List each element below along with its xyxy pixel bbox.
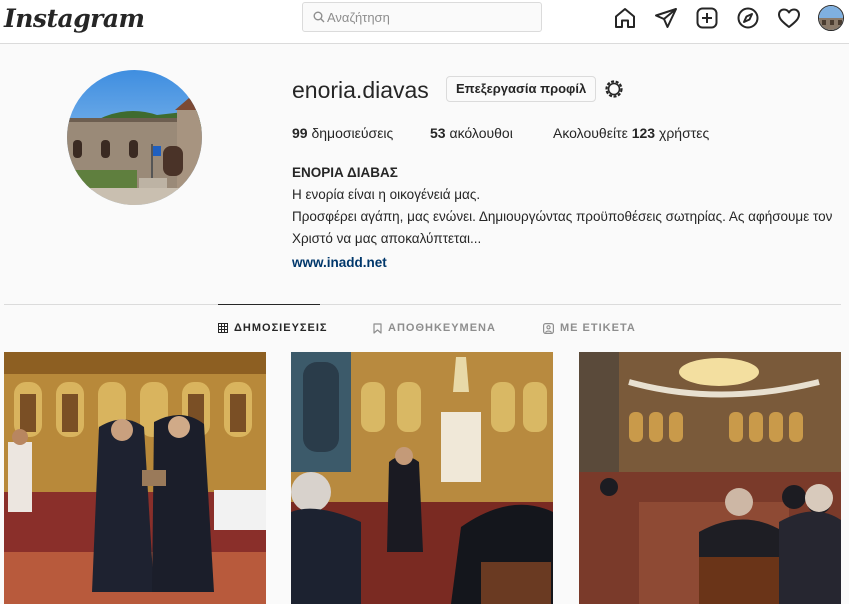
followers-stat[interactable]: 53 ακόλουθοι [430, 125, 513, 141]
explore-icon[interactable] [736, 6, 760, 30]
tag-person-icon [543, 322, 554, 334]
home-icon[interactable] [613, 6, 637, 30]
tab-posts-label: ΔΗΜΟΣΙΕΥΣΕΙΣ [234, 322, 328, 334]
top-navigation: Instagram [0, 0, 849, 44]
following-stat[interactable]: Ακολουθείτε 123 χρήστες [553, 125, 709, 141]
profile-picture[interactable] [67, 70, 202, 205]
bio-line-1: Η ενορία είναι η οικογένειά μας. [292, 187, 481, 202]
profile-bio: ΕΝΟΡΙΑ ΔΙΑΒΑΣ Η ενορία είναι η οικογένει… [292, 162, 842, 274]
search-box[interactable] [302, 2, 542, 32]
profile-website-link[interactable]: www.inadd.net [292, 252, 842, 274]
following-count: 123 [631, 125, 656, 141]
tab-posts[interactable]: ΔΗΜΟΣΙΕΥΣΕΙΣ [218, 322, 328, 334]
profile-username: enoria.diavas [292, 77, 429, 103]
heart-icon[interactable] [777, 6, 801, 30]
search-icon [313, 11, 325, 23]
post-thumbnail[interactable] [579, 352, 841, 604]
posts-count: 99 [292, 125, 308, 141]
tab-tagged[interactable]: ΜΕ ΕΤΙΚΕΤΑ [543, 322, 636, 334]
instagram-logo[interactable]: Instagram [4, 4, 145, 33]
bio-line-2: Προσφέρει αγάπη, μας ενώνει. Δημιουργώντ… [292, 209, 833, 246]
following-prefix: Ακολουθείτε [553, 125, 628, 141]
post-thumbnail[interactable] [4, 352, 266, 604]
tabs-divider [4, 304, 841, 305]
profile-full-name: ΕΝΟΡΙΑ ΔΙΑΒΑΣ [292, 165, 398, 180]
tab-saved-label: ΑΠΟΘΗΚΕΥΜΕΝΑ [388, 322, 496, 334]
grid-icon [218, 323, 228, 333]
profile-avatar[interactable] [818, 5, 844, 31]
search-input[interactable] [327, 7, 537, 27]
edit-profile-button[interactable]: Επεξεργασία προφίλ [446, 76, 597, 102]
tab-tagged-label: ΜΕ ΕΤΙΚΕΤΑ [560, 322, 636, 334]
posts-stat: 99 δημοσιεύσεις [292, 125, 393, 141]
following-suffix: χρήστες [658, 125, 710, 141]
direct-icon[interactable] [654, 6, 678, 30]
settings-gear-icon[interactable] [603, 78, 625, 100]
bookmark-icon [373, 322, 382, 334]
post-thumbnail[interactable] [291, 352, 553, 604]
active-tab-indicator [218, 304, 320, 305]
new-post-icon[interactable] [695, 6, 719, 30]
posts-label: δημοσιεύσεις [311, 125, 394, 141]
followers-label: ακόλουθοι [449, 125, 513, 141]
tab-saved[interactable]: ΑΠΟΘΗΚΕΥΜΕΝΑ [373, 322, 496, 334]
followers-count: 53 [430, 125, 446, 141]
